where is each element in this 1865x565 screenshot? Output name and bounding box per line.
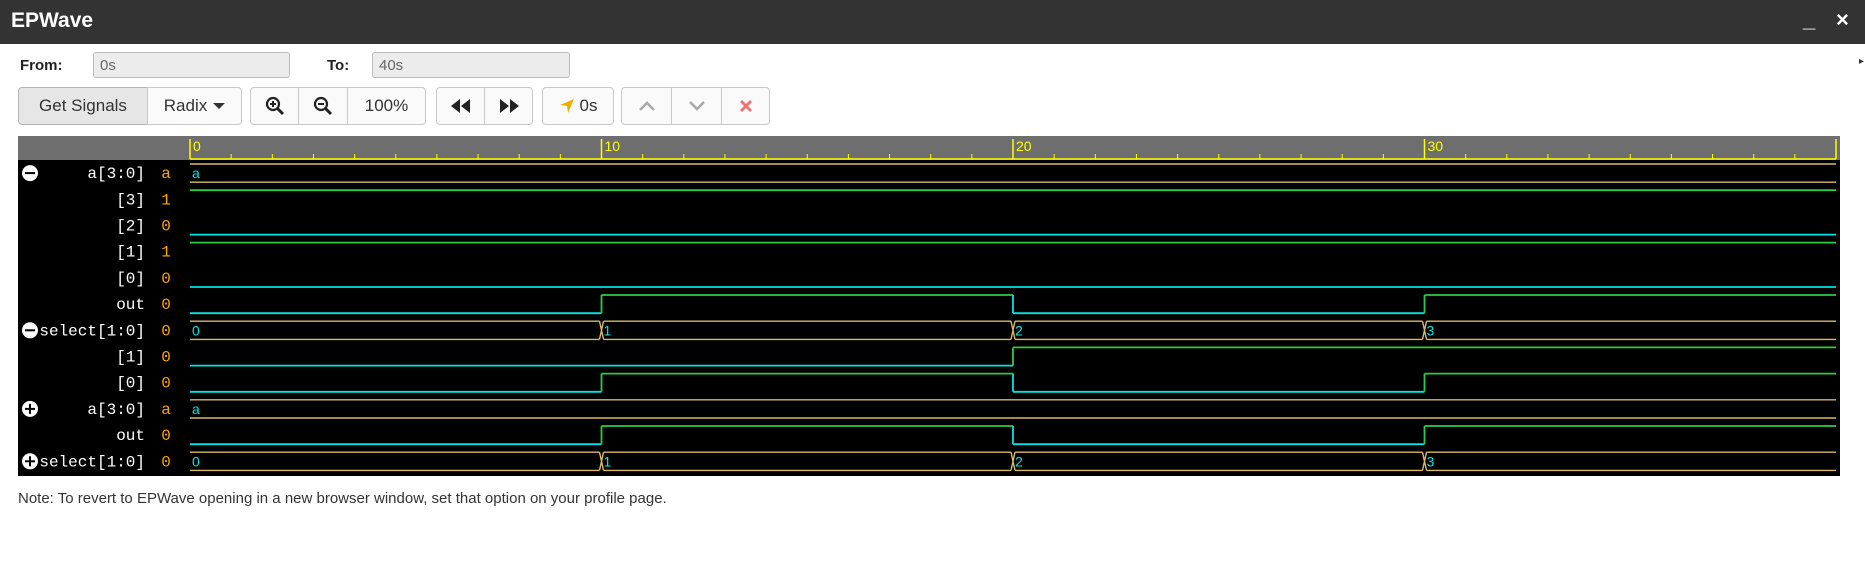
signal-name[interactable]: [0] bbox=[116, 270, 145, 288]
scroll-down-button[interactable] bbox=[671, 87, 722, 125]
delete-icon bbox=[739, 100, 752, 112]
signal-value: 0 bbox=[161, 270, 171, 288]
rewind-button[interactable] bbox=[436, 87, 485, 125]
signal-value: 0 bbox=[161, 427, 171, 445]
radix-button[interactable]: Radix bbox=[147, 87, 242, 125]
zoom-out-icon bbox=[313, 96, 333, 116]
zoom-in-icon bbox=[265, 96, 284, 116]
signal-name[interactable]: [1] bbox=[116, 349, 145, 367]
to-label: To: bbox=[327, 57, 350, 74]
bus-value-label: 0 bbox=[192, 322, 200, 338]
signal-name[interactable]: out bbox=[116, 296, 145, 314]
waveform-canvas[interactable]: 0 10 20 30a[3:0] a a[3] 1[2] 0[1] 1[0] 0out 0selec… bbox=[18, 136, 1840, 476]
ruler-tick-label: 10 bbox=[605, 138, 621, 154]
signal-value: 0 bbox=[161, 218, 171, 236]
bus-value-label: 1 bbox=[604, 453, 612, 469]
cursor-time: 0s bbox=[579, 96, 598, 115]
signal-value: 0 bbox=[161, 375, 171, 393]
to-input[interactable] bbox=[372, 52, 570, 78]
ruler-tick-label: 30 bbox=[1428, 138, 1444, 154]
bus-value-label: 1 bbox=[604, 322, 612, 338]
close-button[interactable]: × bbox=[1836, 8, 1849, 32]
signal-value: 0 bbox=[161, 296, 171, 314]
signal-name[interactable]: select[1:0] bbox=[39, 322, 145, 340]
chevron-down-icon bbox=[688, 101, 705, 111]
signal-value: a bbox=[161, 401, 171, 419]
fast-forward-button[interactable] bbox=[484, 87, 533, 125]
note-text: Note: To revert to EPWave opening in a n… bbox=[18, 490, 667, 507]
signal-value: a bbox=[161, 165, 171, 183]
signal-name[interactable]: [0] bbox=[116, 375, 145, 393]
delete-signal-button[interactable] bbox=[721, 87, 770, 125]
scrollbar-arrow-icon[interactable]: ▸ bbox=[1859, 56, 1865, 67]
signal-value: 1 bbox=[161, 244, 171, 262]
caret-down-icon bbox=[213, 103, 226, 109]
radix-label: Radix bbox=[163, 96, 208, 115]
bus-value-label: 3 bbox=[1427, 322, 1435, 338]
zoom-in-button[interactable] bbox=[250, 87, 299, 125]
title-bar: EPWave _ × bbox=[0, 0, 1865, 44]
signal-name[interactable]: out bbox=[116, 427, 145, 445]
zoom-level: 100% bbox=[364, 96, 409, 115]
signal-name[interactable]: [1] bbox=[116, 244, 145, 262]
zoom-out-button[interactable] bbox=[298, 87, 348, 125]
signal-value: 0 bbox=[161, 349, 171, 367]
from-label: From: bbox=[20, 57, 63, 74]
get-signals-label: Get Signals bbox=[39, 96, 127, 115]
signal-value: 0 bbox=[161, 322, 171, 340]
signal-name[interactable]: a[3:0] bbox=[87, 165, 145, 183]
ruler-tick-label: 20 bbox=[1016, 138, 1032, 154]
rewind-icon bbox=[450, 99, 470, 113]
bus-value-label: a bbox=[192, 165, 200, 181]
cursor-marker-icon bbox=[559, 99, 574, 113]
time-ruler[interactable] bbox=[18, 136, 1840, 160]
signal-value: 1 bbox=[161, 191, 171, 209]
bus-value-label: 0 bbox=[192, 453, 200, 469]
signal-name[interactable]: [3] bbox=[116, 191, 145, 209]
ruler-tick-label: 0 bbox=[193, 138, 201, 154]
bus-value-label: 3 bbox=[1427, 453, 1435, 469]
from-input[interactable] bbox=[93, 52, 290, 78]
signal-value: 0 bbox=[161, 453, 171, 471]
bus-value-label: 2 bbox=[1015, 322, 1023, 338]
zoom-level-button[interactable]: 100% bbox=[347, 87, 426, 125]
waveform-viewer[interactable]: 0 10 20 30 a[3:0] a a [3] 1 [2] 0 [1] 1 [0] 0 out 0 selec… bbox=[18, 136, 1840, 476]
bus-value-label: 2 bbox=[1015, 453, 1023, 469]
signal-name[interactable]: [2] bbox=[116, 218, 145, 236]
get-signals-button[interactable]: Get Signals bbox=[18, 87, 148, 125]
chevron-up-icon bbox=[638, 101, 655, 111]
cursor-time-button[interactable]: 0s bbox=[542, 87, 614, 125]
minimize-button[interactable]: _ bbox=[1803, 8, 1815, 32]
scroll-up-button[interactable] bbox=[621, 87, 672, 125]
signal-name[interactable]: a[3:0] bbox=[87, 401, 145, 419]
window-title: EPWave bbox=[11, 9, 94, 32]
fast-forward-icon bbox=[499, 99, 519, 113]
signal-name[interactable]: select[1:0] bbox=[39, 453, 145, 471]
bus-value-label: a bbox=[192, 401, 200, 417]
